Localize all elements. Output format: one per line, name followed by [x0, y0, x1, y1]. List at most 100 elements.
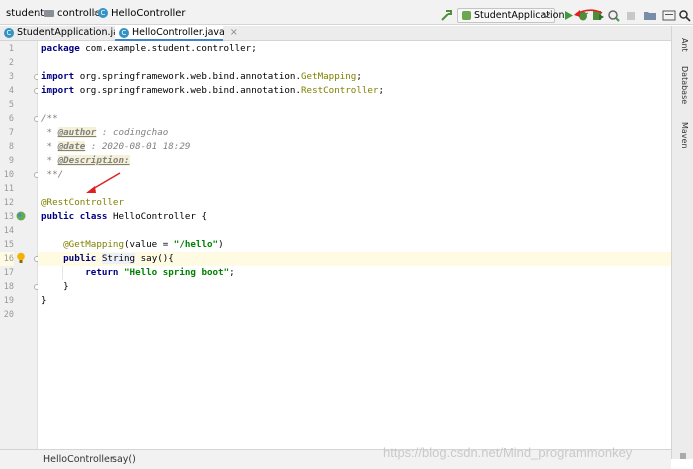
- keyword: package: [41, 43, 80, 54]
- spring-boot-icon: [462, 11, 471, 20]
- line-number: 18: [3, 282, 14, 292]
- tool-tab-maven[interactable]: Maven: [677, 122, 689, 149]
- semicolon: ;: [229, 267, 235, 278]
- line-number: 15: [3, 240, 14, 250]
- code-line-16: public String say(){: [38, 252, 671, 266]
- line-number: 19: [3, 296, 14, 306]
- annotation-args: (value =: [124, 239, 174, 250]
- code-line-1: package com.example.student.controller;: [38, 42, 671, 56]
- navigation-bar: student › controller › C HelloController …: [0, 5, 693, 25]
- spring-bean-icon[interactable]: [16, 211, 26, 221]
- paren: ): [218, 239, 224, 250]
- search-icon[interactable]: [678, 9, 692, 22]
- class-declaration: HelloController {: [107, 211, 207, 222]
- tab-label: StudentApplication.java: [17, 27, 131, 38]
- red-arrow-annotation: [86, 172, 121, 193]
- line-number: 2: [8, 58, 14, 68]
- javadoc-tag: @Description:: [57, 155, 130, 166]
- tool-tab-database[interactable]: Database: [677, 66, 689, 104]
- line-number: 17: [3, 268, 14, 278]
- code-line-12: @RestController: [38, 196, 671, 210]
- code-line-6: /**: [38, 112, 671, 126]
- breadcrumb-separator: ›: [104, 454, 108, 465]
- line-number: 5: [8, 100, 14, 110]
- import-class: RestController: [301, 85, 379, 96]
- breadcrumb-method[interactable]: say(): [112, 454, 136, 465]
- keyword: import: [41, 85, 75, 96]
- resize-grip-icon[interactable]: [680, 453, 686, 459]
- code-line-15: @GetMapping(value = "/hello"): [38, 238, 671, 252]
- red-arrow-annotation: [574, 9, 603, 17]
- brace: }: [63, 281, 69, 292]
- indent-guide: [62, 266, 63, 280]
- keyword: public: [41, 211, 75, 222]
- code-line-10: **/: [38, 168, 671, 182]
- close-icon[interactable]: ×: [230, 27, 238, 38]
- line-number: 9: [8, 156, 14, 166]
- line-number: 6: [8, 114, 14, 124]
- brace: }: [41, 295, 47, 306]
- code-line-19: }: [38, 294, 671, 308]
- code-line-3: import org.springframework.web.bind.anno…: [38, 70, 671, 84]
- lightbulb-icon[interactable]: [16, 252, 26, 264]
- code-line-9: * @Description:: [38, 154, 671, 168]
- line-number: 13: [3, 212, 14, 222]
- breadcrumb-class[interactable]: C HelloController: [98, 8, 186, 19]
- class-icon: C: [98, 8, 108, 18]
- class-icon: C: [4, 27, 14, 38]
- keyword: class: [79, 211, 108, 222]
- line-number: 1: [8, 44, 14, 54]
- watermark-text: https://blog.csdn.net/Mind_programmonkey: [383, 445, 633, 460]
- semicolon: ;: [356, 71, 362, 82]
- keyword: public: [63, 253, 97, 264]
- comment: : codingchao: [96, 127, 169, 138]
- code-line-4: import org.springframework.web.bind.anno…: [38, 84, 671, 98]
- profile-icon[interactable]: [607, 9, 621, 22]
- line-number: 16: [0, 252, 14, 266]
- line-number: 4: [8, 86, 14, 96]
- javadoc-tag: @date: [57, 141, 86, 152]
- comment: *: [41, 127, 58, 138]
- stop-icon[interactable]: [624, 9, 638, 22]
- line-number: 12: [3, 198, 14, 208]
- line-number: 3: [8, 72, 14, 82]
- comment: *: [41, 155, 58, 166]
- string-literal: "/hello": [173, 239, 219, 250]
- code-line-8: * @date : 2020-08-01 18:29: [38, 140, 671, 154]
- package-name: com.example.student.controller;: [79, 43, 257, 54]
- editor-gutter: 1 2 3 4 5 6 7 8 9 10 11 12 13 14 15 16 1…: [0, 41, 40, 449]
- code-editor[interactable]: package com.example.student.controller; …: [38, 41, 671, 449]
- line-number: 20: [3, 310, 14, 320]
- editor-tab-bar: CStudentApplication.java× CHelloControll…: [0, 26, 693, 41]
- project-structure-icon[interactable]: [662, 9, 676, 22]
- javadoc-tag: @author: [57, 127, 97, 138]
- class-icon: C: [119, 27, 129, 38]
- tab-student-application[interactable]: CStudentApplication.java×: [0, 26, 143, 41]
- breadcrumb-separator: ›: [37, 8, 41, 19]
- run-configuration-dropdown[interactable]: StudentApplication: [457, 8, 564, 23]
- run-configuration-label: StudentApplication: [474, 10, 565, 21]
- right-tool-strip: Ant Database Maven: [671, 26, 693, 459]
- string-literal: "Hello spring boot": [124, 267, 230, 278]
- import-path: org.springframework.web.bind.annotation.: [74, 85, 301, 96]
- annotation: @GetMapping: [63, 239, 124, 250]
- type-name: String: [101, 253, 136, 264]
- open-folder-icon[interactable]: [643, 9, 657, 22]
- line-number: 11: [3, 184, 14, 194]
- code-line-7: * @author : codingchao: [38, 126, 671, 140]
- code-line-17: return "Hello spring boot";: [38, 266, 671, 280]
- tool-tab-ant[interactable]: Ant: [677, 38, 689, 52]
- line-number: 10: [3, 170, 14, 180]
- folder-icon: [44, 9, 54, 17]
- comment: **/: [41, 169, 64, 180]
- line-number: 7: [8, 128, 14, 138]
- keyword: return: [85, 267, 119, 278]
- code-line-18: }: [38, 280, 671, 294]
- tab-hello-controller[interactable]: C HelloController.java ×: [115, 26, 238, 41]
- build-hammer-icon[interactable]: [440, 9, 454, 22]
- annotation: @RestController: [41, 197, 124, 208]
- keyword: import: [41, 71, 75, 82]
- comment: *: [41, 141, 58, 152]
- code-line-13: public class HelloController {: [38, 210, 671, 224]
- breadcrumb-class-label: HelloController: [111, 8, 186, 19]
